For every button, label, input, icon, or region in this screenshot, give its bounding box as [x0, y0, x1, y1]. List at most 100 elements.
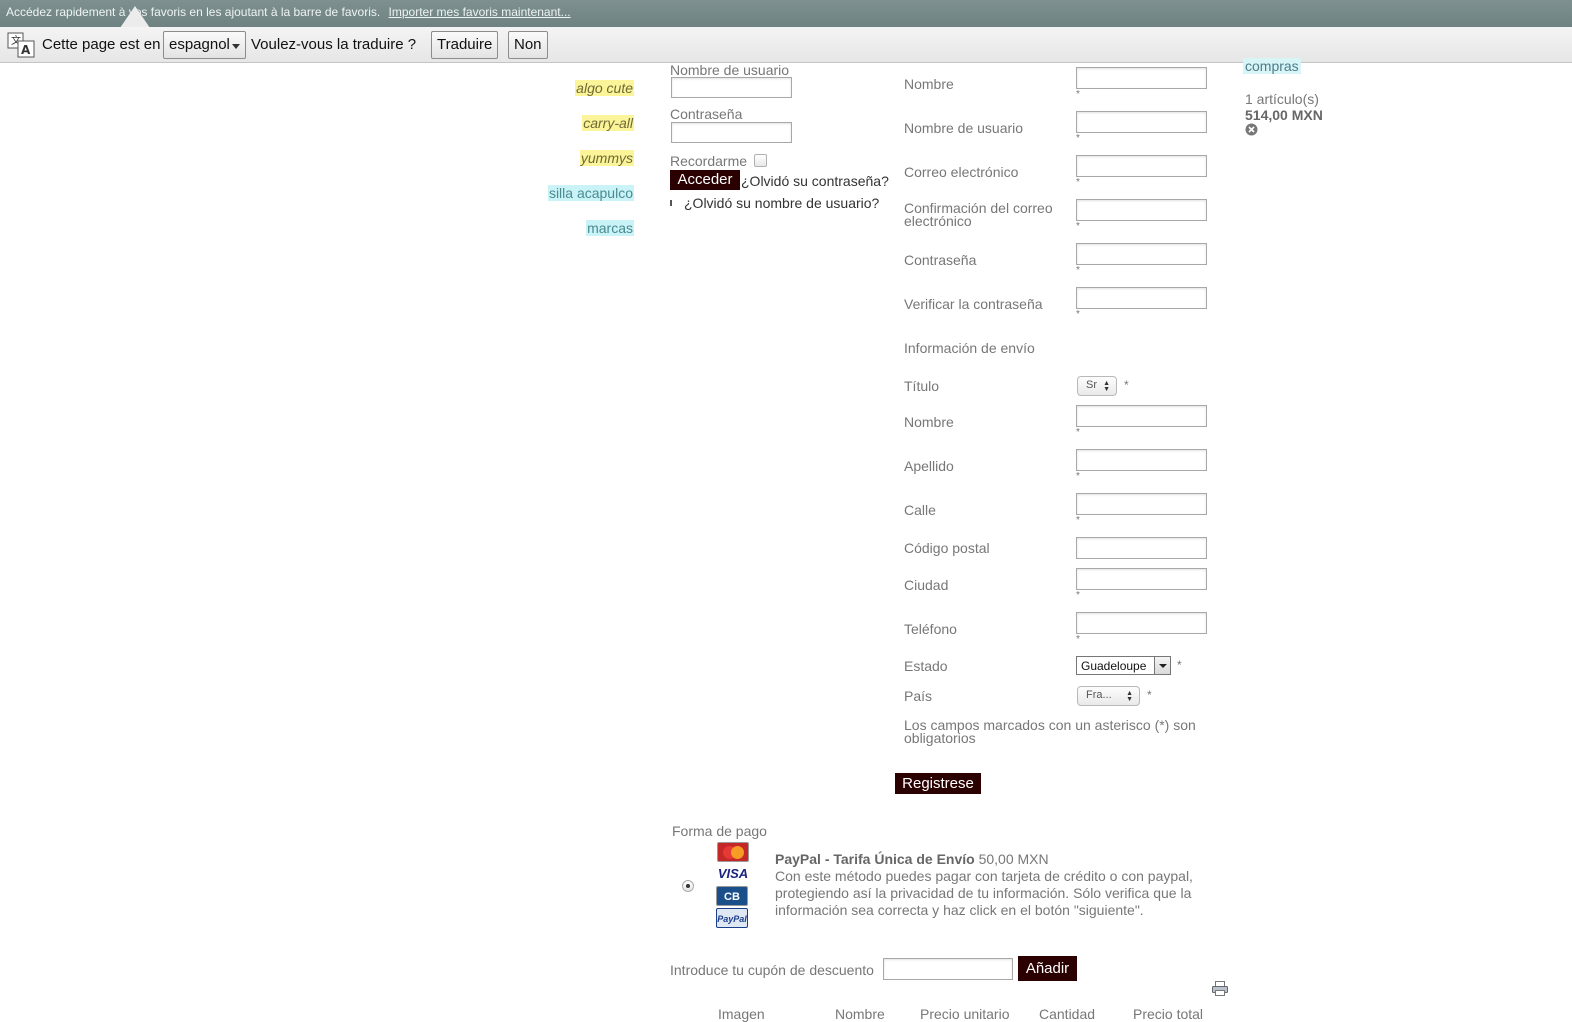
required-asterisk: * — [1076, 89, 1080, 100]
required-asterisk: * — [1124, 378, 1129, 392]
postal-code-label: Código postal — [904, 540, 990, 556]
column-header-unit-price: Precio unitario — [920, 1006, 1010, 1022]
remove-item-icon[interactable] — [1245, 123, 1258, 136]
language-value: espagnol — [169, 36, 230, 53]
column-header-quantity: Cantidad — [1039, 1006, 1096, 1022]
required-asterisk: * — [1076, 265, 1080, 276]
tag-link[interactable]: silla acapulco — [547, 185, 634, 201]
register-password-verify-label: Verificar la contraseña — [904, 296, 1043, 312]
cart-total: 514,00 MXN — [1245, 107, 1323, 123]
surname-input[interactable] — [1076, 449, 1207, 471]
no-translate-button[interactable]: Non — [508, 31, 548, 59]
login-username-label: Nombre de usuario — [670, 62, 790, 78]
login-button[interactable]: Acceder — [670, 170, 740, 190]
register-password-input[interactable] — [1076, 243, 1207, 265]
state-select[interactable]: Guadeloupe — [1076, 656, 1171, 675]
login-username-input[interactable] — [671, 77, 792, 98]
payment-method: PayPal - Tarifa Única de Envío 50,00 MXN… — [775, 851, 1205, 919]
ship-name-label: Nombre — [904, 414, 954, 430]
register-name-label: Nombre — [904, 76, 954, 92]
street-label: Calle — [904, 502, 936, 518]
forgot-password-link[interactable]: ¿Olvidó su contraseña? — [741, 173, 889, 189]
payment-method-price: 50,00 MXN — [978, 851, 1049, 867]
select-arrows-icon: ▲ ▼ — [1103, 380, 1110, 393]
title-value: Sr — [1086, 379, 1097, 391]
bookmark-bubble-pointer — [120, 6, 150, 28]
required-asterisk: * — [1076, 634, 1080, 645]
translate-question: Voulez-vous la traduire ? — [251, 36, 417, 53]
register-email-confirm-label: Confirmación del correo electrónico — [904, 200, 1053, 229]
register-button[interactable]: Registrese — [895, 773, 981, 794]
required-asterisk: * — [1177, 658, 1182, 672]
register-username-input[interactable] — [1076, 111, 1207, 133]
ship-name-input[interactable] — [1076, 405, 1207, 427]
phone-input[interactable] — [1076, 612, 1207, 634]
phone-label: Teléfono — [904, 621, 957, 637]
cart-title[interactable]: compras — [1243, 58, 1301, 74]
register-email-label: Correo electrónico — [904, 164, 1019, 180]
country-label: País — [904, 688, 933, 704]
chevron-down-icon — [232, 44, 240, 49]
required-asterisk: * — [1076, 309, 1080, 320]
translate-bar: 文 A Cette page est en espagnol Voulez-vo… — [0, 27, 1572, 63]
required-asterisk: * — [1076, 427, 1080, 438]
street-input[interactable] — [1076, 493, 1207, 515]
column-header-name: Nombre — [835, 1006, 885, 1022]
title-select[interactable]: Sr ▲ ▼ — [1077, 376, 1117, 396]
register-name-input[interactable] — [1076, 67, 1207, 89]
tag-link[interactable]: algo cute — [575, 80, 634, 96]
required-note: Los campos marcados con un asterisco (*)… — [904, 717, 1196, 746]
required-asterisk: * — [1076, 515, 1080, 526]
import-bookmarks-link[interactable]: Importer mes favoris maintenant... — [389, 5, 571, 19]
translate-icon: 文 A — [7, 32, 35, 58]
forgot-username-link[interactable]: ¿Olvidó su nombre de usuario? — [684, 195, 879, 211]
city-input[interactable] — [1076, 568, 1207, 590]
coupon-input[interactable] — [883, 958, 1013, 980]
register-email-input[interactable] — [1076, 155, 1207, 177]
register-email-confirm-input[interactable] — [1076, 199, 1207, 221]
print-icon[interactable] — [1212, 981, 1228, 996]
translate-button[interactable]: Traduire — [431, 31, 498, 59]
required-asterisk: * — [1076, 471, 1080, 482]
tag-link[interactable]: yummys — [579, 150, 634, 166]
column-header-image: Imagen — [718, 1006, 765, 1022]
required-asterisk: * — [1076, 133, 1080, 144]
language-select[interactable]: espagnol — [163, 31, 246, 59]
paypal-icon: PayPal — [716, 908, 748, 928]
state-value: Guadeloupe — [1081, 659, 1147, 673]
required-asterisk: * — [1076, 590, 1080, 601]
tag-link[interactable]: marcas — [586, 220, 634, 236]
login-password-label: Contraseña — [670, 106, 743, 122]
remember-label: Recordarme — [670, 153, 748, 169]
translate-prefix: Cette page est en — [42, 36, 161, 53]
visa-icon: VISA — [717, 866, 749, 881]
required-asterisk: * — [1076, 221, 1080, 232]
payment-heading: Forma de pago — [672, 823, 767, 839]
payment-method-description: Con este método puedes pagar con tarjeta… — [775, 868, 1193, 918]
surname-label: Apellido — [904, 458, 954, 474]
select-arrows-icon: ▲ ▼ — [1126, 690, 1133, 703]
register-password-label: Contraseña — [904, 252, 977, 268]
register-password-verify-input[interactable] — [1076, 287, 1207, 309]
remember-checkbox[interactable] — [754, 154, 767, 167]
country-value: Fra... — [1086, 689, 1112, 701]
title-label: Título — [904, 378, 940, 394]
city-label: Ciudad — [904, 577, 949, 593]
bookmark-bar-message: Accédez rapidement à vos favoris en les … — [6, 5, 381, 19]
postal-code-input[interactable] — [1076, 537, 1207, 559]
login-password-input[interactable] — [671, 122, 792, 143]
register-username-label: Nombre de usuario — [904, 120, 1024, 136]
coupon-label: Introduce tu cupón de descuento — [670, 962, 874, 978]
tag-link[interactable]: carry-all — [582, 115, 634, 131]
column-header-total: Precio total — [1133, 1006, 1204, 1022]
required-asterisk: * — [1076, 177, 1080, 188]
mastercard-icon — [717, 842, 749, 862]
country-select[interactable]: Fra... ▲ ▼ — [1077, 686, 1140, 706]
cb-icon: CB — [716, 886, 748, 906]
paypal-radio[interactable] — [682, 880, 694, 892]
shipping-info-heading: Información de envío — [904, 340, 1035, 356]
cart-count: 1 artículo(s) — [1245, 91, 1319, 107]
add-coupon-button[interactable]: Añadir — [1018, 956, 1077, 981]
bookmark-bar: Accédez rapidement à vos favoris en les … — [0, 0, 1572, 27]
chevron-down-icon — [1154, 657, 1170, 674]
